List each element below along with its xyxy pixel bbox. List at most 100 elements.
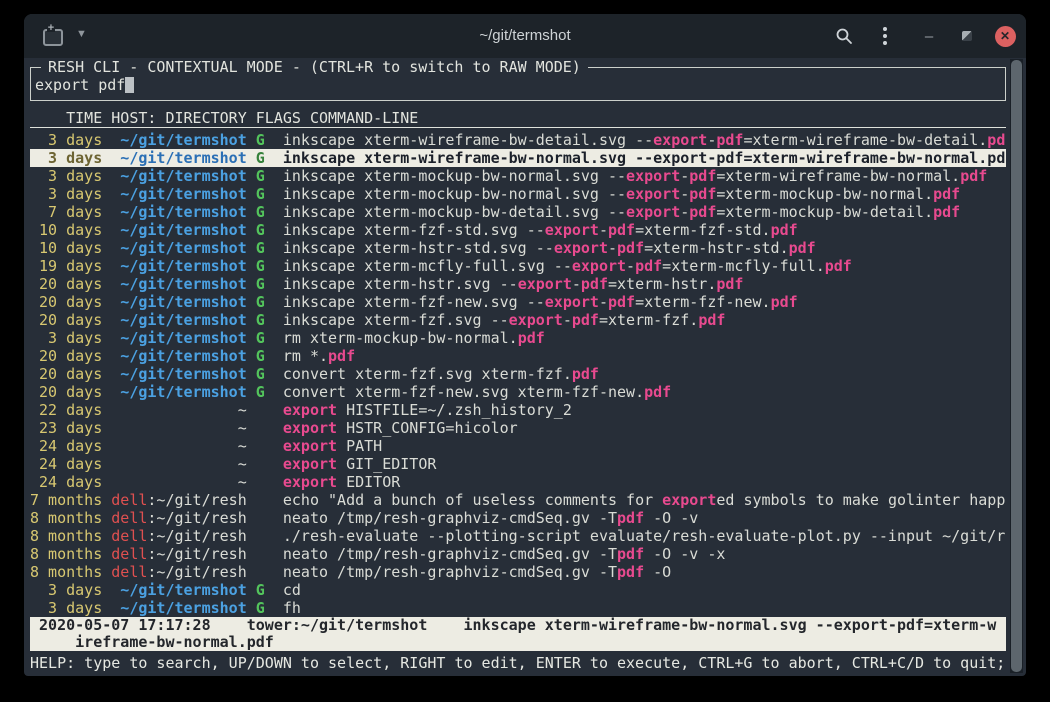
- command-match: export: [518, 275, 572, 293]
- history-row[interactable]: 3 days ~/git/termshot G cd: [30, 581, 1006, 599]
- row-time: 3 days: [30, 185, 111, 203]
- command-match: export: [283, 419, 337, 437]
- row-dir: ~: [111, 401, 246, 419]
- command-text: inkscape xterm-hstr.svg --: [283, 275, 518, 293]
- row-dir: ~: [111, 473, 246, 491]
- row-flags: G: [247, 221, 283, 239]
- command-text: convert xterm-fzf-new.svg xterm-fzf-new.: [283, 383, 644, 401]
- command-text: -: [599, 221, 608, 239]
- command-match: pdf: [328, 347, 355, 365]
- menu-button[interactable]: [870, 14, 900, 58]
- command-text: -: [608, 239, 617, 257]
- history-row[interactable]: 7 days ~/git/termshot G inkscape xterm-m…: [30, 203, 1006, 221]
- history-row[interactable]: 24 days ~ export EDITOR: [30, 473, 1006, 491]
- row-time: 3 days: [30, 581, 111, 599]
- history-row[interactable]: 10 days ~/git/termshot G inkscape xterm-…: [30, 239, 1006, 257]
- row-flags: G: [247, 599, 283, 617]
- row-time: 22 days: [30, 401, 111, 419]
- history-row[interactable]: 10 days ~/git/termshot G inkscape xterm-…: [30, 221, 1006, 239]
- history-row[interactable]: 3 days ~/git/termshot G inkscape xterm-w…: [30, 131, 1006, 149]
- command-text: EDITOR: [337, 473, 400, 491]
- row-flags: G: [247, 131, 283, 149]
- history-row[interactable]: 24 days ~ export PATH: [30, 437, 1006, 455]
- history-row[interactable]: 3 days ~/git/termshot G fh: [30, 599, 1006, 617]
- command-text: -: [626, 257, 635, 275]
- command-match: export: [653, 131, 707, 149]
- command-text: -O -v: [644, 509, 698, 527]
- history-row[interactable]: 3 days ~/git/termshot G inkscape xterm-w…: [30, 149, 1006, 167]
- command-text: rm *.: [283, 347, 328, 365]
- row-time: 3 days: [30, 167, 111, 185]
- row-command: inkscape xterm-hstr.svg --export-pdf=xte…: [283, 275, 744, 293]
- restore-icon: [962, 31, 972, 41]
- history-row[interactable]: 8 months dell:~/git/resh neato /tmp/resh…: [30, 563, 1006, 581]
- history-row[interactable]: 3 days ~/git/termshot G inkscape xterm-m…: [30, 185, 1006, 203]
- row-time: 20 days: [30, 311, 111, 329]
- row-flags: G: [247, 293, 283, 311]
- history-row[interactable]: 23 days ~ export HSTR_CONFIG=hicolor: [30, 419, 1006, 437]
- command-text: cd: [283, 581, 301, 599]
- history-row[interactable]: 20 days ~/git/termshot G inkscape xterm-…: [30, 275, 1006, 293]
- scrollbar[interactable]: [1011, 60, 1022, 672]
- history-row[interactable]: 8 months dell:~/git/resh neato /tmp/resh…: [30, 509, 1006, 527]
- command-match: export: [554, 239, 608, 257]
- command-text: inkscape xterm-wireframe-bw-detail.svg -…: [283, 131, 653, 149]
- command-text: -: [680, 185, 689, 203]
- history-list: 3 days ~/git/termshot G inkscape xterm-w…: [30, 131, 1006, 617]
- history-row[interactable]: 20 days ~/git/termshot G inkscape xterm-…: [30, 293, 1006, 311]
- command-match: pdf: [789, 239, 816, 257]
- command-match: export: [509, 311, 563, 329]
- command-text: inkscape xterm-wireframe-bw-normal.svg -…: [283, 149, 653, 167]
- history-row[interactable]: 24 days ~ export GIT_EDITOR: [30, 455, 1006, 473]
- row-flags: [247, 509, 283, 527]
- row-time: 3 days: [30, 599, 111, 617]
- row-flags: G: [247, 383, 283, 401]
- command-text: =xterm-wireframe-bw-normal.: [716, 167, 960, 185]
- row-dir: ~/git/termshot: [111, 257, 246, 275]
- row-command: inkscape xterm-fzf-new.svg --export-pdf=…: [283, 293, 798, 311]
- row-host: dell: [111, 545, 147, 563]
- row-dir: ~/git/termshot: [111, 239, 246, 257]
- history-row[interactable]: 3 days ~/git/termshot G rm xterm-mockup-…: [30, 329, 1006, 347]
- command-text: -: [680, 167, 689, 185]
- history-row[interactable]: 20 days ~/git/termshot G convert xterm-f…: [30, 383, 1006, 401]
- row-dir: ~: [111, 437, 246, 455]
- history-row[interactable]: 7 months dell:~/git/resh echo "Add a bun…: [30, 491, 1006, 509]
- row-time: 7 days: [30, 203, 111, 221]
- history-row[interactable]: 8 months dell:~/git/resh neato /tmp/resh…: [30, 545, 1006, 563]
- history-row[interactable]: 3 days ~/git/termshot G inkscape xterm-m…: [30, 167, 1006, 185]
- history-row[interactable]: 20 days ~/git/termshot G convert xterm-f…: [30, 365, 1006, 383]
- history-row[interactable]: 20 days ~/git/termshot G rm *.pdf: [30, 347, 1006, 365]
- row-dir: ~/git/termshot: [111, 221, 246, 239]
- command-text: =xterm-mcfly-full.: [662, 257, 825, 275]
- row-flags: [247, 545, 283, 563]
- terminal-window: + ▼ ~/git/termshot – ✕ RESH CLI - CONTEX…: [24, 14, 1026, 676]
- command-text: neato /tmp/resh-graphviz-cmdSeq.gv -T: [283, 563, 617, 581]
- row-time: 20 days: [30, 365, 111, 383]
- row-command: neato /tmp/resh-graphviz-cmdSeq.gv -Tpdf…: [283, 545, 726, 563]
- row-time: 7 months: [30, 491, 111, 509]
- command-match: pdf: [933, 203, 960, 221]
- restore-button[interactable]: [952, 14, 982, 58]
- row-time: 3 days: [30, 131, 111, 149]
- command-match: pdf: [933, 185, 960, 203]
- row-time: 24 days: [30, 455, 111, 473]
- history-row[interactable]: 8 months dell:~/git/resh ./resh-evaluate…: [30, 527, 1006, 545]
- close-button[interactable]: ✕: [988, 14, 1022, 58]
- command-text: echo "Add a bunch of useless comments fo…: [283, 491, 662, 509]
- command-match: pdf: [987, 131, 1006, 149]
- search-box-legend: RESH CLI - CONTEXTUAL MODE - (CTRL+R to …: [41, 58, 588, 76]
- search-button[interactable]: [826, 14, 862, 58]
- minimize-button[interactable]: –: [914, 14, 944, 58]
- history-row[interactable]: 22 days ~ export HISTFILE=~/.zsh_history…: [30, 401, 1006, 419]
- command-match: pdf: [635, 257, 662, 275]
- row-time: 3 days: [30, 149, 111, 167]
- command-match: export: [545, 221, 599, 239]
- history-row[interactable]: 19 days ~/git/termshot G inkscape xterm-…: [30, 257, 1006, 275]
- command-text: inkscape xterm-mockup-bw-normal.svg --: [283, 167, 626, 185]
- command-match: pdf: [716, 149, 743, 167]
- row-flags: [247, 473, 283, 491]
- history-row[interactable]: 20 days ~/git/termshot G inkscape xterm-…: [30, 311, 1006, 329]
- row-flags: G: [247, 167, 283, 185]
- command-match: pdf: [825, 257, 852, 275]
